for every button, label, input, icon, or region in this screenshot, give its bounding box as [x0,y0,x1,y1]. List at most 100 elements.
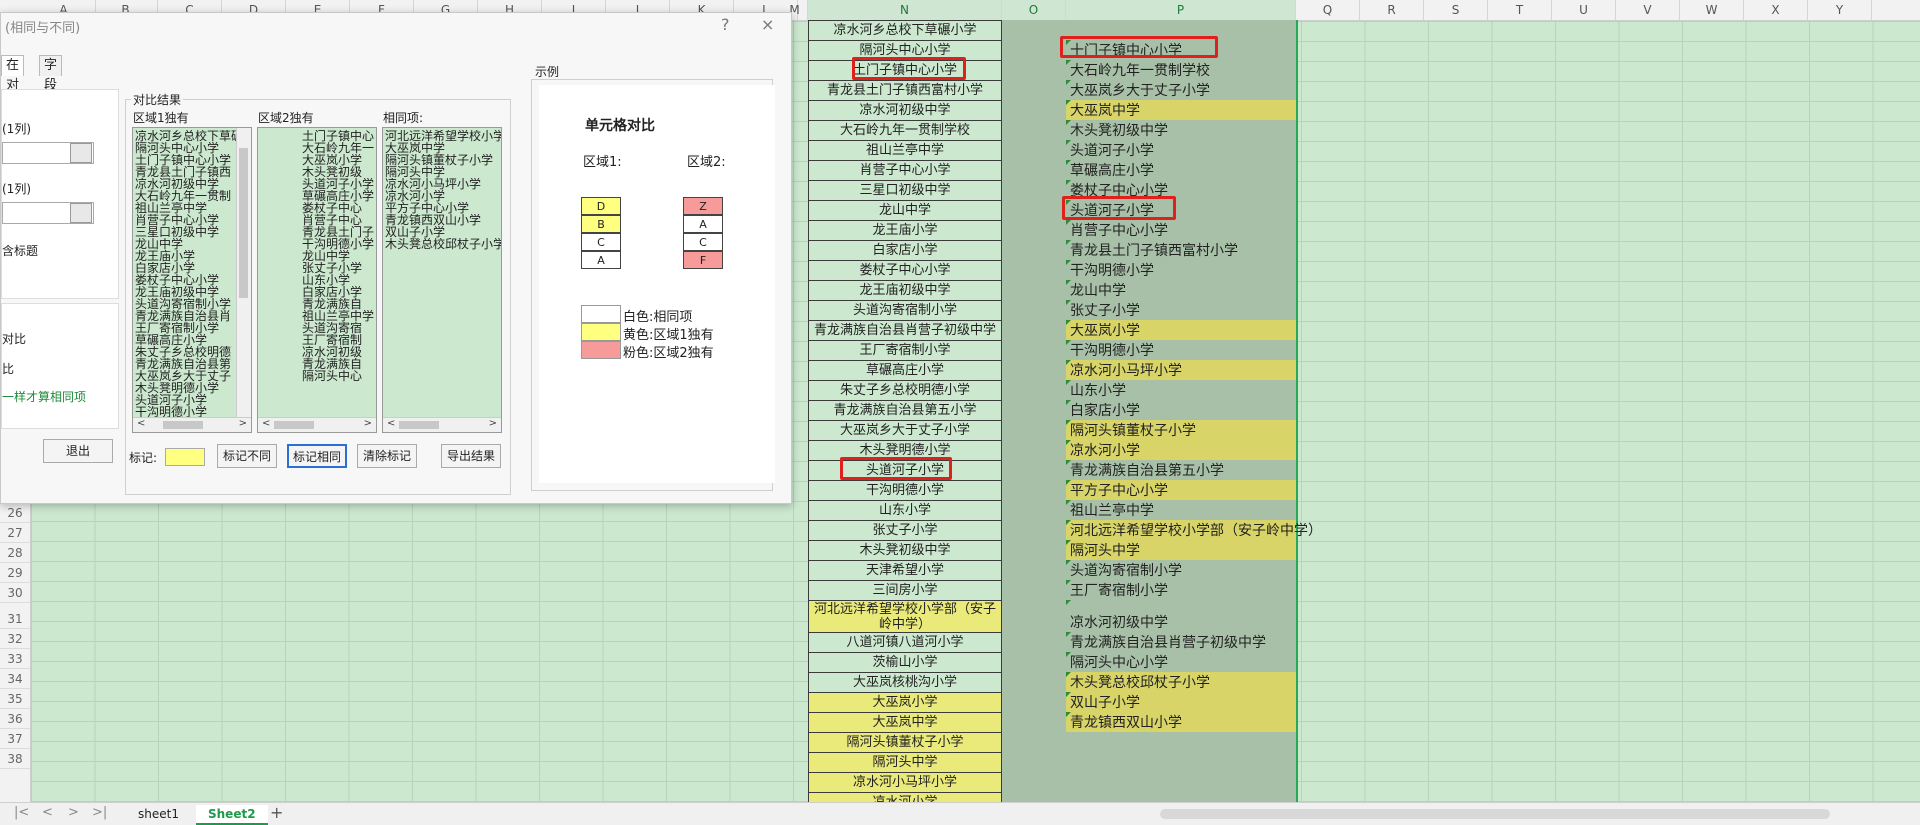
column-header[interactable]: W [1680,0,1744,20]
column-header[interactable]: P [1066,0,1296,20]
cell-n[interactable]: 木头凳明德小学 [808,440,1002,461]
column-header[interactable]: N [808,0,1002,20]
row-header[interactable]: 31 [0,609,30,629]
cell-p[interactable]: 山东小学 [1066,380,1296,400]
mark-same-button[interactable]: 标记相同 [287,444,347,468]
list-item[interactable]: 河北远洋希望学校小学 [385,130,501,142]
row-header[interactable]: 34 [0,669,30,689]
list-item[interactable]: 肖营子中心小学 [135,214,243,226]
list-item[interactable]: 凉水河初级中学 [135,178,243,190]
list-item[interactable]: 山东小学 [302,274,374,286]
list-item[interactable]: 双山子小学 [385,226,501,238]
row-header[interactable]: 29 [0,563,30,583]
row-header[interactable]: 30 [0,583,30,603]
column-header[interactable]: O [1002,0,1066,20]
add-sheet-icon[interactable]: + [270,803,283,822]
mark-different-button[interactable]: 标记不同 [217,444,277,468]
list-item[interactable]: 凉水河乡总校下草碾 [135,130,243,142]
cell-p[interactable]: 白家店小学 [1066,400,1296,420]
cell-p[interactable]: 干沟明德小学 [1066,340,1296,360]
list-item[interactable]: 隔河头中心小学 [135,142,243,154]
list-item[interactable]: 青龙满族自治县第 [135,358,243,370]
cell-n[interactable]: 娄杖子中心小学 [808,260,1002,281]
cell-n[interactable]: 龙王庙小学 [808,220,1002,241]
cell-n[interactable]: 隔河头镇董杖子小学 [808,732,1002,753]
tab-cell-compare[interactable]: 在对比 [1,55,25,113]
list-item[interactable]: 头道沟寄宿制小学 [135,298,243,310]
cell-n[interactable]: 三间房小学 [808,580,1002,601]
exit-button[interactable]: 退出 [43,439,113,463]
prev-sheet-icon[interactable]: < [42,805,53,820]
horizontal-scrollbar[interactable] [1160,809,1830,819]
list-item[interactable]: 青龙镇西双山小学 [385,214,501,226]
list-item[interactable]: 王厂寄宿制 [302,334,374,346]
cell-p[interactable]: 干沟明德小学 [1066,260,1296,280]
list-item[interactable]: 大巫岚乡大于丈子 [135,370,243,382]
list-item[interactable]: 大石岭九年一贯制 [135,190,243,202]
list-region1-unique[interactable]: 凉水河乡总校下草碾 隔河头中心小学 土门子镇中心小学 青龙县土门子镇西 凉水河初级中学大… [132,127,252,433]
cell-n[interactable]: 土门子镇中心小学 [808,60,1002,81]
cell-n[interactable]: 青龙满族自治县第五小学 [808,400,1002,421]
cell-p[interactable]: 河北远洋希望学校小学部（安子岭中学） [1066,520,1322,540]
export-results-button[interactable]: 导出结果 [441,444,501,468]
list-item[interactable]: 祖山兰亭中学 [135,202,243,214]
cell-p[interactable]: 头道沟寄宿制小学 [1066,560,1296,580]
cell-n[interactable]: 干沟明德小学 [808,480,1002,501]
cell-n[interactable]: 张丈子小学 [808,520,1002,541]
column-header[interactable]: Y [1808,0,1872,20]
row-header[interactable]: 27 [0,523,30,543]
last-sheet-icon[interactable]: >| [92,805,107,820]
tab-field-compare[interactable]: 字段对比 [39,55,63,133]
row-header[interactable]: 35 [0,689,30,709]
cell-n[interactable]: 肖营子中心小学 [808,160,1002,181]
cell-n[interactable]: 茨榆山小学 [808,652,1002,673]
list-item[interactable]: 张丈子小学 [302,262,374,274]
list-item[interactable]: 龙王庙初级中学 [135,286,243,298]
cell-n[interactable]: 龙山中学 [808,200,1002,221]
cell-n[interactable]: 大巫岚中学 [808,712,1002,733]
list-item[interactable]: 凉水河小学 [385,190,501,202]
help-icon[interactable]: ? [721,15,730,34]
list-same-items[interactable]: 河北远洋希望学校小学 大巫岚中学 隔河头镇董杖子小学 隔河头中学 凉水河小马坪小学 凉水河… [382,127,502,433]
cell-p[interactable]: 大巫岚乡大于丈子小学 [1066,80,1296,100]
close-icon[interactable]: × [761,15,774,34]
cell-p[interactable]: 娄杖子中心小学 [1066,180,1296,200]
cell-p[interactable]: 青龙县土门子镇西富村小学 [1066,240,1296,260]
cell-n[interactable]: 隔河头中学 [808,752,1002,773]
list-item[interactable]: 头道沟寄宿 [302,322,374,334]
column-header[interactable]: R [1360,0,1424,20]
cell-p[interactable]: 大巫岚中学 [1066,100,1296,120]
column-header[interactable]: T [1488,0,1552,20]
cell-p[interactable]: 草碾高庄小学 [1066,160,1296,180]
cell-p[interactable]: 隔河头镇董杖子小学 [1066,420,1296,440]
list-item[interactable]: 土门子镇中心小学 [135,154,243,166]
cell-n[interactable]: 山东小学 [808,500,1002,521]
list-item[interactable]: 木头凳明德小学 [135,382,243,394]
cell-p[interactable]: 青龙镇西双山小学 [1066,712,1296,732]
cell-n[interactable]: 凉水河小马坪小学 [808,772,1002,793]
list-item[interactable]: 土门子镇中心 [302,130,374,142]
list-region2-unique[interactable]: 土门子镇中心 大石岭九年一 大巫岚小学 木头凳初级 头道河子小学 草碾高庄小学 娄杖子中心肖… [257,127,377,433]
cell-n[interactable]: 木头凳初级中学 [808,540,1002,561]
cell-p[interactable]: 凉水河小学 [1066,440,1296,460]
list-item[interactable]: 青龙县土门子 [302,226,374,238]
range-picker-icon[interactable] [70,143,92,163]
row-header[interactable]: 32 [0,629,30,649]
cell-n[interactable]: 龙王庙初级中学 [808,280,1002,301]
cell-p[interactable]: 凉水河初级中学 [1066,600,1296,632]
list-item[interactable]: 龙王庙小学 [135,250,243,262]
list-item[interactable]: 凉水河小马坪小学 [385,178,501,190]
cell-n[interactable]: 大巫岚核桃沟小学 [808,672,1002,693]
list-item[interactable]: 青龙满族自 [302,298,374,310]
list-item[interactable]: 青龙县土门子镇西 [135,166,243,178]
list-item[interactable]: 王厂寄宿制小学 [135,322,243,334]
list-item[interactable]: 龙山中学 [135,238,243,250]
horizontal-scrollbar[interactable]: < > [258,417,376,432]
list-item[interactable]: 娄杖子中心小学 [135,274,243,286]
list-item[interactable]: 草碾高庄小学 [302,190,374,202]
column-header[interactable]: X [1744,0,1808,20]
column-header[interactable]: V [1616,0,1680,20]
list-item[interactable]: 白家店小学 [302,286,374,298]
cell-p[interactable]: 祖山兰亭中学 [1066,500,1296,520]
list-item[interactable]: 娄杖子中心 [302,202,374,214]
